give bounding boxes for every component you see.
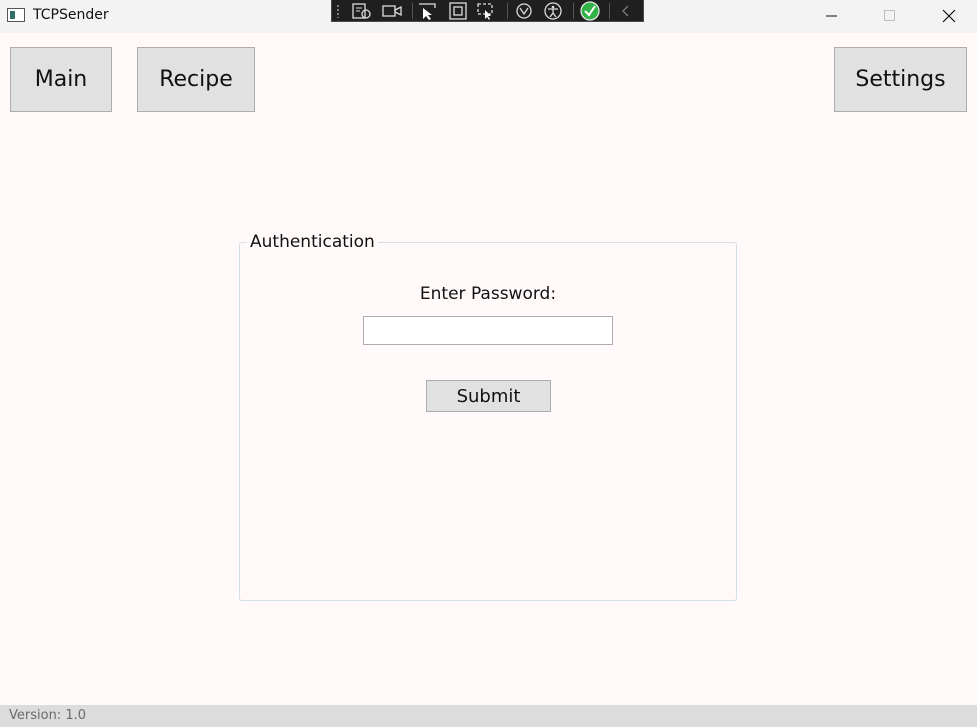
toolbar-separator: [573, 2, 574, 19]
maximize-button[interactable]: [867, 0, 913, 31]
accessibility-icon[interactable]: [541, 1, 567, 21]
recipe-button[interactable]: Recipe: [137, 47, 255, 112]
toolbar-separator: [609, 2, 611, 19]
minimize-button[interactable]: [809, 0, 855, 31]
debug-toolbar: [331, 0, 644, 22]
app-icon: [7, 8, 25, 22]
version-text: Version: 1.0: [9, 708, 86, 723]
close-button[interactable]: [926, 0, 972, 31]
collapse-chevron-icon[interactable]: [613, 1, 639, 21]
maximize-icon: [884, 9, 896, 22]
minimize-icon: [826, 10, 838, 22]
record-icon[interactable]: [379, 1, 405, 21]
submit-button[interactable]: Submit: [426, 380, 551, 412]
toolbar-separator: [411, 2, 413, 19]
track-focus-icon[interactable]: [475, 1, 501, 21]
status-bar: Version: 1.0: [0, 705, 977, 727]
main-button[interactable]: Main: [10, 47, 112, 112]
password-label: Enter Password:: [419, 284, 557, 304]
toolbar-separator: [507, 2, 509, 19]
groupbox-title: Authentication: [247, 232, 378, 252]
hot-reload-icon[interactable]: [511, 1, 537, 21]
close-icon: [942, 9, 956, 23]
title-bar: TCPSender: [0, 0, 977, 33]
password-input[interactable]: [363, 316, 613, 345]
live-visual-tree-icon[interactable]: [350, 1, 376, 21]
display-layout-adorners-icon[interactable]: [445, 1, 471, 21]
toolbar-grip-icon[interactable]: [336, 3, 340, 18]
settings-button[interactable]: Settings: [834, 47, 967, 112]
window-title: TCPSender: [33, 7, 109, 23]
binding-check-icon[interactable]: [577, 0, 603, 21]
select-element-icon[interactable]: [416, 1, 442, 21]
